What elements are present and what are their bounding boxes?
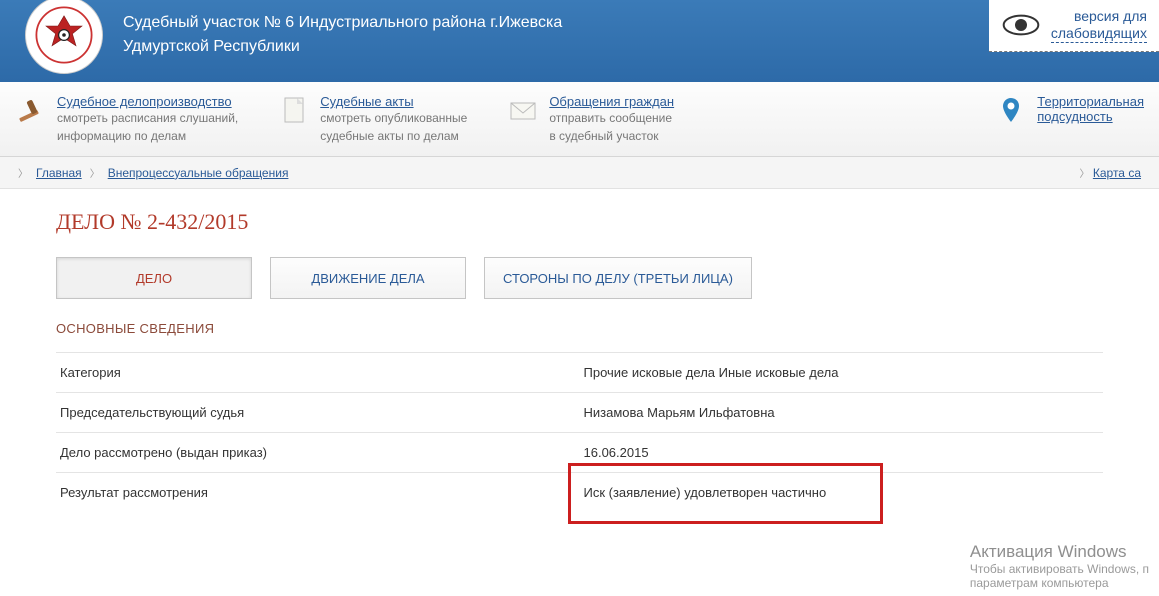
windows-activation-watermark: Активация Windows Чтобы активировать Win… <box>970 542 1149 590</box>
menu-link[interactable]: Судебные акты <box>320 94 413 109</box>
pin-icon <box>995 94 1027 126</box>
gavel-icon <box>15 94 47 126</box>
breadcrumb-sitemap[interactable]: Карта са <box>1093 166 1141 180</box>
case-title: ДЕЛО № 2-432/2015 <box>56 209 1103 235</box>
row-value: Низамова Марьям Ильфатовна <box>580 393 1104 433</box>
row-value: Прочие исковые дела Иные исковые дела <box>580 353 1104 393</box>
row-value-highlighted: Иск (заявление) удовлетворен частично <box>580 473 1104 513</box>
tabs: ДЕЛО ДВИЖЕНИЕ ДЕЛА СТОРОНЫ ПО ДЕЛУ (ТРЕТ… <box>56 257 1103 299</box>
row-label: Председательствующий судья <box>56 393 580 433</box>
menu-sub: в судебный участок <box>549 129 674 145</box>
envelope-icon <box>507 94 539 126</box>
document-icon <box>278 94 310 126</box>
info-table: Категория Прочие исковые дела Иные исков… <box>56 352 1103 512</box>
table-row: Категория Прочие исковые дела Иные исков… <box>56 353 1103 393</box>
menu-sub: отправить сообщение <box>549 111 674 127</box>
row-value: 16.06.2015 <box>580 433 1104 473</box>
chevron-right-icon: 〉 <box>1080 169 1090 180</box>
tab-movement[interactable]: ДВИЖЕНИЕ ДЕЛА <box>270 257 466 299</box>
menu-item-appeals[interactable]: Обращения граждан отправить сообщение в … <box>507 94 674 144</box>
breadcrumb: 〉 Главная 〉 Внепроцессуальные обращения … <box>0 157 1159 189</box>
menu-item-territory[interactable]: Территориальная подсудность <box>995 94 1144 144</box>
chevron-right-icon: 〉 <box>90 165 100 180</box>
menu-link[interactable]: подсудность <box>1037 109 1112 124</box>
accessibility-button[interactable]: версия для слабовидящих <box>989 0 1159 52</box>
content: ДЕЛО № 2-432/2015 ДЕЛО ДВИЖЕНИЕ ДЕЛА СТО… <box>0 189 1159 542</box>
menu-link[interactable]: Территориальная <box>1037 94 1144 109</box>
breadcrumb-item[interactable]: Внепроцессуальные обращения <box>108 166 289 180</box>
eye-icon <box>1001 12 1041 38</box>
site-title-line2: Удмуртской Республики <box>123 35 562 59</box>
menu-sub: смотреть расписания слушаний, <box>57 111 238 127</box>
tab-case[interactable]: ДЕЛО <box>56 257 252 299</box>
accessibility-label: версия для слабовидящих <box>1051 8 1147 43</box>
row-label: Дело рассмотрено (выдан приказ) <box>56 433 580 473</box>
table-row: Дело рассмотрено (выдан приказ) 16.06.20… <box>56 433 1103 473</box>
table-row: Результат рассмотрения Иск (заявление) у… <box>56 473 1103 513</box>
breadcrumb-home[interactable]: Главная <box>36 166 82 180</box>
emblem-logo <box>25 0 103 74</box>
menu-sub: информацию по делам <box>57 129 238 145</box>
site-title-line1: Судебный участок № 6 Индустриального рай… <box>123 11 562 35</box>
menu-sub: судебные акты по делам <box>320 129 467 145</box>
menu-link[interactable]: Судебное делопроизводство <box>57 94 232 109</box>
row-label: Категория <box>56 353 580 393</box>
chevron-right-icon: 〉 <box>18 165 28 180</box>
menu-item-proceedings[interactable]: Судебное делопроизводство смотреть распи… <box>15 94 238 144</box>
row-label: Результат рассмотрения <box>56 473 580 513</box>
site-header: Судебный участок № 6 Индустриального рай… <box>0 0 1159 82</box>
tab-parties[interactable]: СТОРОНЫ ПО ДЕЛУ (ТРЕТЬИ ЛИЦА) <box>484 257 752 299</box>
section-title: ОСНОВНЫЕ СВЕДЕНИЯ <box>56 321 1103 344</box>
site-title: Судебный участок № 6 Индустриального рай… <box>123 11 562 59</box>
main-menu: Судебное делопроизводство смотреть распи… <box>0 82 1159 157</box>
menu-link[interactable]: Обращения граждан <box>549 94 674 109</box>
menu-item-acts[interactable]: Судебные акты смотреть опубликованные су… <box>278 94 467 144</box>
menu-sub: смотреть опубликованные <box>320 111 467 127</box>
table-row: Председательствующий судья Низамова Марь… <box>56 393 1103 433</box>
